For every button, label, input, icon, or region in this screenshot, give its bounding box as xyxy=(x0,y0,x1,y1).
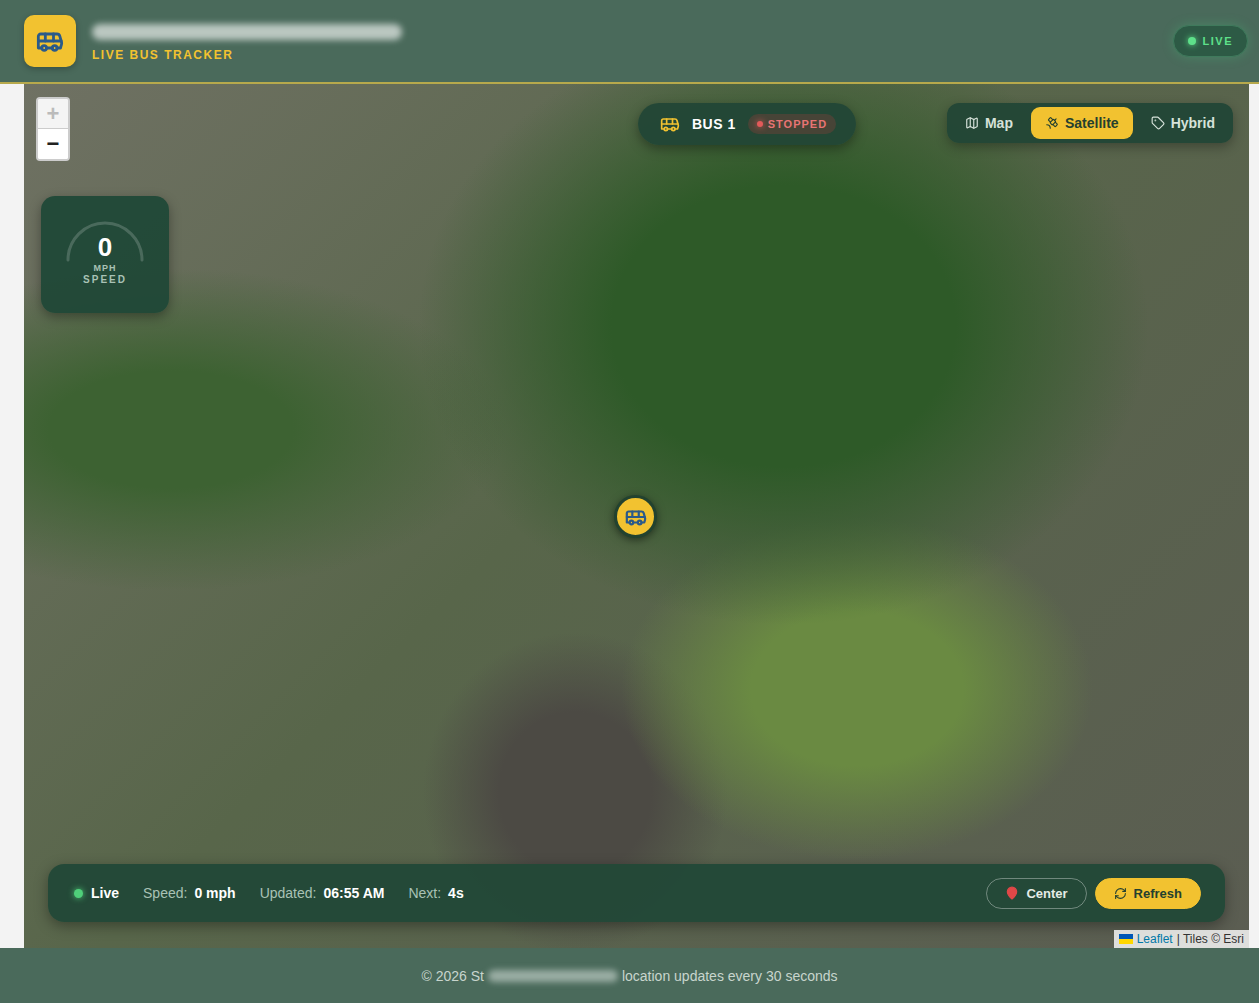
logo xyxy=(24,15,76,67)
speed-label: SPEED xyxy=(83,274,127,285)
refresh-button[interactable]: Refresh xyxy=(1095,878,1201,909)
layer-toggle: MapSatelliteHybrid xyxy=(947,103,1233,143)
bus-pill: BUS 1 STOPPED xyxy=(638,103,856,145)
layer-icon xyxy=(965,116,979,130)
layer-button[interactable]: Map xyxy=(951,107,1027,139)
ukraine-flag-icon xyxy=(1119,934,1133,944)
status-fields: Live Speed:0 mph Updated:06:55 AM Next:4s xyxy=(74,885,464,901)
blurred-text xyxy=(488,970,618,982)
live-indicator: Live xyxy=(74,885,119,901)
speed-card: 0MPHSPEED xyxy=(41,196,169,313)
speed-value: 0 xyxy=(98,234,112,260)
status-buttons: Center Refresh xyxy=(986,878,1201,909)
main: +−0MPHSPEEDBUS 1STOPPEDMapSatelliteHybri… xyxy=(0,84,1259,948)
bus-icon xyxy=(660,114,680,134)
title-block: LIVE BUS TRACKER xyxy=(92,20,402,62)
header: LIVE BUS TRACKER LIVE xyxy=(0,0,1259,84)
live-status: LIVE xyxy=(1173,25,1248,57)
zoom-control: +− xyxy=(36,97,70,161)
status-badge: STOPPED xyxy=(748,114,836,134)
layer-button[interactable]: Hybrid xyxy=(1137,107,1229,139)
layer-icon xyxy=(1045,116,1059,130)
center-button[interactable]: Center xyxy=(986,878,1086,909)
brand: LIVE BUS TRACKER xyxy=(24,15,402,67)
satellite-map[interactable]: +−0MPHSPEEDBUS 1STOPPEDMapSatelliteHybri… xyxy=(24,84,1249,948)
bus-name: BUS 1 xyxy=(692,116,736,132)
footer: © 2026 Stlocation updates every 30 secon… xyxy=(0,948,1259,1003)
live-dot xyxy=(74,889,83,898)
layer-icon xyxy=(1151,116,1165,130)
leaflet-link[interactable]: Leaflet xyxy=(1137,932,1173,946)
bus-tracker-page: LIVE BUS TRACKERLIVE+−0MPHSPEEDBUS 1STOP… xyxy=(0,0,1259,1003)
pin-icon xyxy=(1005,886,1019,900)
status-bar: Live Speed:0 mph Updated:06:55 AM Next:4s Ce… xyxy=(48,864,1225,922)
bus-icon xyxy=(36,27,64,55)
status-dot xyxy=(757,121,763,127)
bus-marker[interactable] xyxy=(614,495,657,538)
status-field: Updated:06:55 AM xyxy=(260,885,385,901)
status-field: Speed:0 mph xyxy=(143,885,236,901)
speed-unit: MPH xyxy=(94,263,117,273)
zoom-button[interactable]: − xyxy=(38,129,68,159)
subtitle: LIVE BUS TRACKER xyxy=(92,48,402,62)
bus-icon xyxy=(625,506,647,528)
blurred-title xyxy=(92,24,402,40)
live-dot xyxy=(1188,37,1196,45)
zoom-button[interactable]: + xyxy=(38,99,68,129)
layer-button[interactable]: Satellite xyxy=(1031,107,1133,139)
status-field: Next:4s xyxy=(408,885,463,901)
speed-gauge: 0MPH xyxy=(60,210,150,268)
map-attribution: Leaflet| Tiles © Esri xyxy=(1114,930,1249,948)
refresh-icon xyxy=(1114,887,1127,900)
